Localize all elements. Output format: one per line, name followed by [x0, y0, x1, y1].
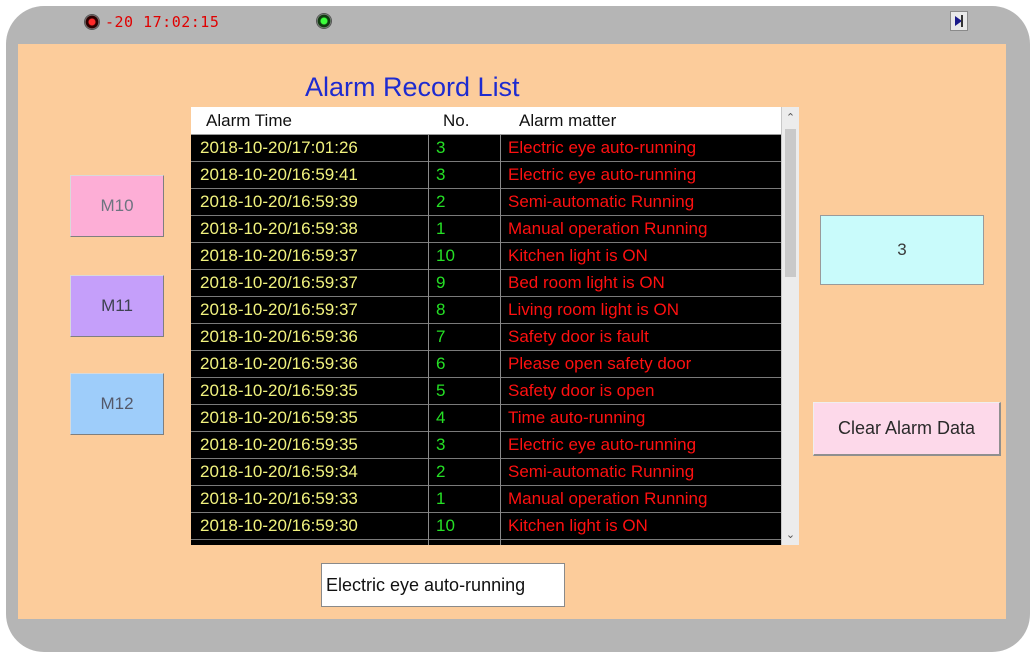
table-row[interactable]: 2018-10-20/16:59:36 7 Safety door is fault	[191, 324, 781, 351]
table-row[interactable]: 2018-10-20/16:59:41 3 Electric eye auto-ru…	[191, 162, 781, 189]
alarm-no-cell: 1	[436, 219, 446, 238]
table-row[interactable]: 2018-10-20/16:59:35 3 Electric eye auto-ru…	[191, 432, 781, 459]
alarm-no-cell: 10	[436, 516, 455, 535]
alarm-time-cell: 2018-10-20/16:59:37	[200, 300, 358, 319]
alarm-time-cell: 2018-10-20/17:01:26	[200, 138, 358, 157]
alarm-time-cell: 2018-10-20/16:59:33	[200, 489, 358, 508]
alarm-matter-cell: Electric eye auto-running	[508, 435, 697, 454]
status-led-red-icon	[84, 14, 100, 30]
alarm-count-display: 3	[820, 215, 984, 285]
table-header: Alarm Time No. Alarm matter	[191, 107, 781, 135]
alarm-time-cell: 2018-10-20/16:59:34	[200, 462, 358, 481]
column-divider	[500, 135, 501, 545]
table-row[interactable]: 2018-10-20/16:59:39 2 Semi-automatic Runni…	[191, 189, 781, 216]
alarm-time-cell: 2018-10-20/16:59:39	[200, 192, 358, 211]
alarm-no-cell: 6	[436, 354, 446, 373]
alarm-time-cell: 2018-10-20/16:59:38	[200, 219, 358, 238]
alarm-no-cell: 10	[436, 246, 455, 265]
alarm-matter-cell: Please open safety door	[508, 354, 692, 373]
alarm-no-cell: 7	[436, 327, 446, 346]
alarm-matter-cell: Time auto-running	[508, 408, 646, 427]
main-panel: Alarm Record List M10 M11 M12 Alarm Time…	[18, 44, 1006, 619]
alarm-no-cell: 2	[436, 192, 446, 211]
selected-matter-field: Electric eye auto-running	[321, 563, 565, 607]
alarm-matter-cell: Living room light is ON	[508, 300, 680, 319]
alarm-matter-cell: Electric eye auto-running	[508, 165, 697, 184]
scroll-thumb[interactable]	[785, 129, 796, 277]
scroll-down-arrow-icon[interactable]: ⌄	[782, 526, 799, 543]
alarm-time-cell: 2018-10-20/16:59:30	[200, 516, 358, 535]
alarm-no-cell: 2	[436, 462, 446, 481]
alarm-time-cell: 2018-10-20/16:59:41	[200, 165, 358, 184]
table-row[interactable]: 2018-10-20/16:59:34 2 Semi-automatic Runni…	[191, 459, 781, 486]
alarm-no-cell: 9	[436, 273, 446, 292]
alarm-matter-cell: Manual operation Running	[508, 219, 708, 238]
column-divider	[428, 135, 429, 545]
alarm-matter-cell: Kitchen light is ON	[508, 516, 648, 535]
alarm-table[interactable]: Alarm Time No. Alarm matter 2018-10-20/1…	[191, 107, 799, 545]
column-header-time[interactable]: Alarm Time	[206, 111, 292, 131]
table-row[interactable]: 2018-10-20/16:59:37 8 Living room light is…	[191, 297, 781, 324]
column-header-no[interactable]: No.	[443, 111, 469, 131]
alarm-no-cell: 3	[436, 165, 446, 184]
alarm-matter-cell: Manual operation Running	[508, 489, 708, 508]
alarm-matter-cell: Semi-automatic Running	[508, 462, 695, 481]
table-body: 2018-10-20/17:01:26 3 Electric eye auto-ru…	[191, 135, 781, 540]
m10-button[interactable]: M10	[70, 175, 164, 237]
table-row[interactable]: 2018-10-20/16:59:38 1 Manual operation Run…	[191, 216, 781, 243]
alarm-time-cell: 2018-10-20/16:59:35	[200, 435, 358, 454]
column-header-matter[interactable]: Alarm matter	[519, 111, 616, 131]
table-row[interactable]: 2018-10-20/16:59:37 10 Kitchen light is ON	[191, 243, 781, 270]
table-row[interactable]: 2018-10-20/17:01:26 3 Electric eye auto-ru…	[191, 135, 781, 162]
alarm-no-cell: 8	[436, 300, 446, 319]
alarm-time-cell: 2018-10-20/16:59:35	[200, 408, 358, 427]
alarm-matter-cell: Bed room light is ON	[508, 273, 665, 292]
m11-button[interactable]: M11	[70, 275, 164, 337]
clock-display: -20 17:02:15	[105, 13, 220, 31]
alarm-matter-cell: Safety door is open	[508, 381, 655, 400]
alarm-matter-cell: Safety door is fault	[508, 327, 649, 346]
table-row[interactable]: 2018-10-20/16:59:33 1 Manual operation Run…	[191, 486, 781, 513]
page-title: Alarm Record List	[305, 72, 520, 102]
status-led-green-icon	[316, 13, 332, 29]
alarm-no-cell: 5	[436, 381, 446, 400]
alarm-time-cell: 2018-10-20/16:59:36	[200, 354, 358, 373]
table-row[interactable]: 2018-10-20/16:59:37 9 Bed room light is ON	[191, 270, 781, 297]
alarm-time-cell: 2018-10-20/16:59:37	[200, 246, 358, 265]
table-row[interactable]: 2018-10-20/16:59:30 10 Kitchen light is ON	[191, 513, 781, 540]
status-bar: -20 17:02:15	[0, 0, 1030, 40]
m12-button[interactable]: M12	[70, 373, 164, 435]
alarm-no-cell: 1	[436, 489, 446, 508]
table-row[interactable]: 2018-10-20/16:59:36 6 Please open safety d…	[191, 351, 781, 378]
alarm-no-cell: 3	[436, 138, 446, 157]
table-row[interactable]: 2018-10-20/16:59:35 5 Safety door is open	[191, 378, 781, 405]
alarm-matter-cell: Kitchen light is ON	[508, 246, 648, 265]
table-scrollbar[interactable]: ⌃ ⌄	[781, 107, 799, 545]
alarm-no-cell: 4	[436, 408, 446, 427]
alarm-no-cell: 3	[436, 435, 446, 454]
exit-button[interactable]	[950, 11, 968, 31]
alarm-time-cell: 2018-10-20/16:59:35	[200, 381, 358, 400]
alarm-time-cell: 2018-10-20/16:59:36	[200, 327, 358, 346]
alarm-time-cell: 2018-10-20/16:59:37	[200, 273, 358, 292]
alarm-matter-cell: Electric eye auto-running	[508, 138, 697, 157]
exit-icon	[955, 15, 963, 27]
scroll-up-arrow-icon[interactable]: ⌃	[782, 109, 799, 126]
clear-alarm-data-button[interactable]: Clear Alarm Data	[813, 402, 1001, 456]
alarm-matter-cell: Semi-automatic Running	[508, 192, 695, 211]
table-row[interactable]: 2018-10-20/16:59:35 4 Time auto-running	[191, 405, 781, 432]
